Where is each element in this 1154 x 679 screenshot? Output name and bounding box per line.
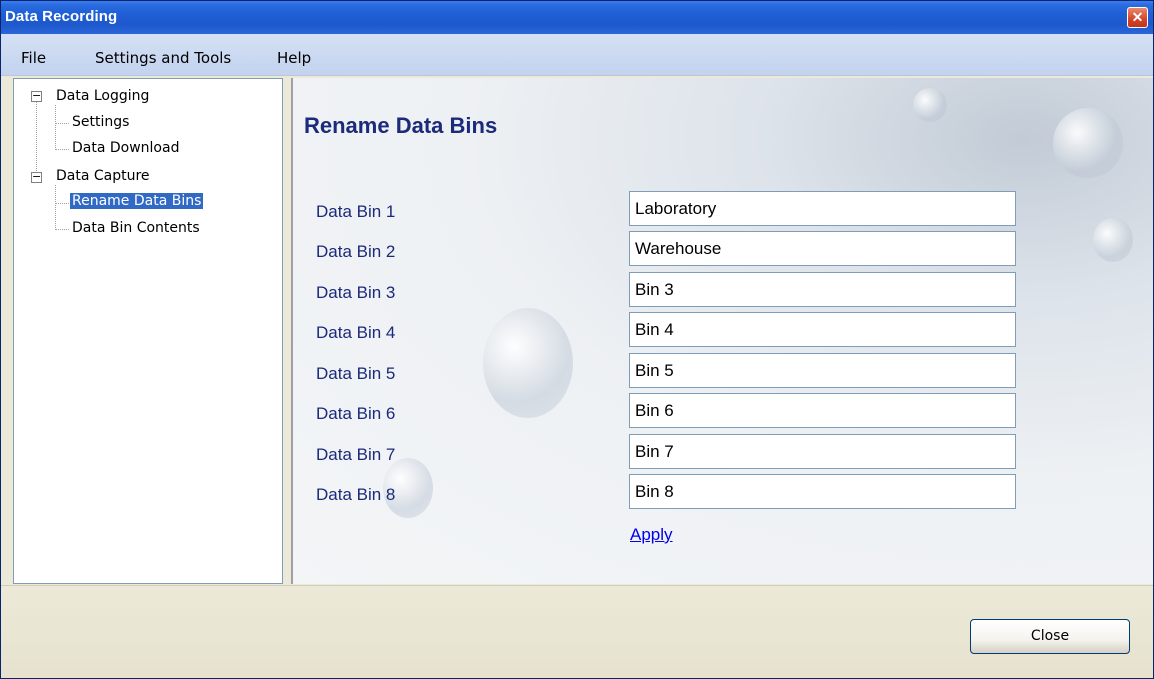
window-close-icon[interactable]: ✕: [1127, 7, 1148, 28]
bin-1-label: Data Bin 1: [316, 202, 396, 221]
tree-connector: [56, 149, 69, 150]
bin-4-label: Data Bin 4: [316, 323, 396, 342]
pane-splitter[interactable]: [285, 78, 293, 584]
collapse-icon[interactable]: −: [31, 90, 42, 102]
navigation-tree: − Data Logging Settings Data Download − …: [13, 78, 283, 584]
tree-connector: [55, 185, 56, 230]
tree-connector: [56, 203, 69, 204]
tree-item-settings[interactable]: Settings: [72, 114, 129, 130]
bin-4-input[interactable]: [629, 312, 1016, 347]
bin-2-label: Data Bin 2: [316, 242, 396, 261]
bin-7-input[interactable]: [629, 434, 1016, 469]
menu-file[interactable]: File: [21, 49, 46, 67]
title-bar: Data Recording ✕: [1, 1, 1153, 34]
tree-connector: [36, 101, 37, 177]
bin-2-input[interactable]: [629, 231, 1016, 266]
collapse-icon[interactable]: −: [31, 171, 42, 183]
page-title: Rename Data Bins: [304, 113, 498, 138]
background-water-drop: [1053, 108, 1123, 178]
apply-link[interactable]: Apply: [630, 525, 673, 545]
bin-3-label: Data Bin 3: [316, 283, 396, 302]
menu-settings-and-tools[interactable]: Settings and Tools: [95, 49, 231, 67]
data-recording-window: Data Recording ✕ File Settings and Tools…: [0, 0, 1154, 679]
bin-1-input[interactable]: [629, 191, 1016, 226]
tree-connector: [56, 229, 69, 230]
tree-item-data-logging[interactable]: Data Logging: [56, 88, 149, 104]
background-water-drop: [913, 88, 947, 122]
bin-8-label: Data Bin 8: [316, 485, 396, 504]
menu-bar: File Settings and Tools Help: [1, 34, 1153, 76]
background-water-drop: [483, 308, 573, 418]
bin-3-input[interactable]: [629, 272, 1016, 307]
tree-item-rename-data-bins[interactable]: Rename Data Bins: [70, 193, 204, 209]
window-title: Data Recording: [5, 8, 118, 25]
tree-item-data-download[interactable]: Data Download: [72, 140, 179, 156]
bin-5-input[interactable]: [629, 353, 1016, 388]
tree-item-data-capture[interactable]: Data Capture: [56, 168, 150, 184]
close-button[interactable]: Close: [970, 619, 1130, 654]
tree-item-data-bin-contents[interactable]: Data Bin Contents: [72, 220, 200, 236]
bin-7-label: Data Bin 7: [316, 445, 396, 464]
bin-6-label: Data Bin 6: [316, 404, 396, 423]
tree-connector: [55, 105, 56, 150]
bin-8-input[interactable]: [629, 474, 1016, 509]
tree-connector: [56, 123, 69, 124]
background-water-drop: [1093, 218, 1133, 262]
bin-6-input[interactable]: [629, 393, 1016, 428]
menu-help[interactable]: Help: [277, 49, 311, 67]
bin-5-label: Data Bin 5: [316, 364, 396, 383]
content-panel: Rename Data Bins Data Bin 1 Data Bin 2 D…: [293, 78, 1153, 584]
